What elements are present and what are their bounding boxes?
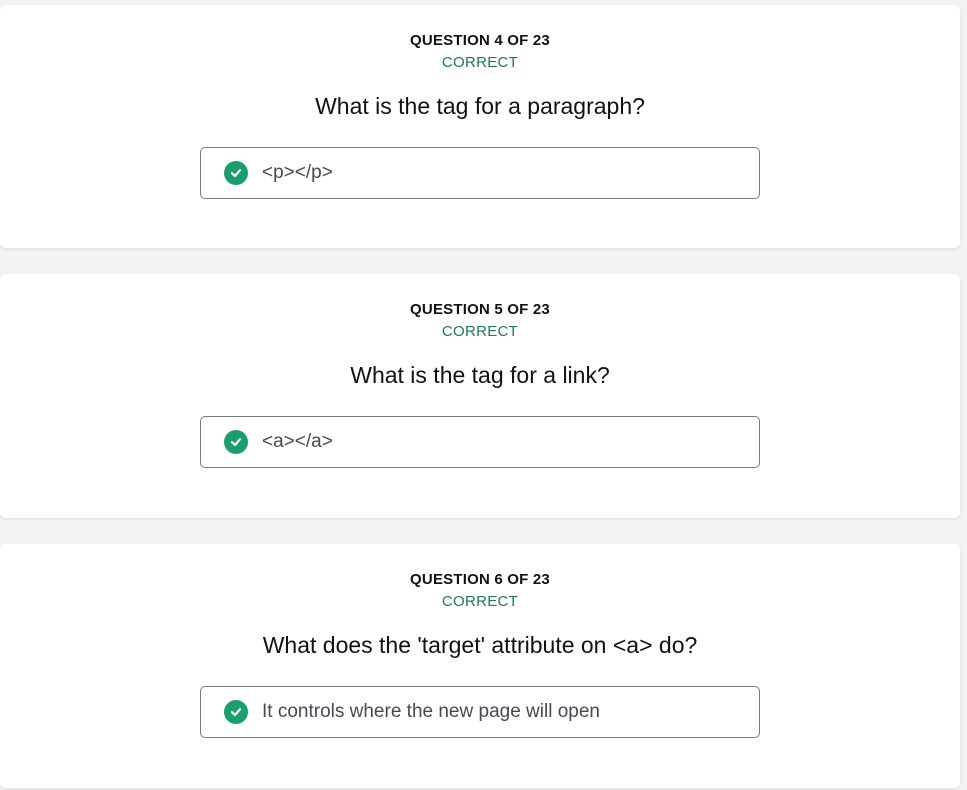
selected-answer: It controls where the new page will open xyxy=(200,686,760,738)
check-circle-icon xyxy=(224,161,248,185)
status-label: CORRECT xyxy=(441,323,519,340)
check-circle-icon xyxy=(224,430,248,454)
question-counter: QUESTION 5 OF 23 xyxy=(410,301,550,318)
question-card: QUESTION 6 OF 23 CORRECT What does the '… xyxy=(0,544,960,788)
selected-answer: <a></a> xyxy=(200,416,760,468)
status-label: CORRECT xyxy=(441,593,519,610)
check-circle-icon xyxy=(224,700,248,724)
question-card: QUESTION 5 OF 23 CORRECT What is the tag… xyxy=(0,274,960,518)
question-counter: QUESTION 4 OF 23 xyxy=(410,32,550,49)
status-label: CORRECT xyxy=(441,54,519,71)
selected-answer: <p></p> xyxy=(200,147,760,199)
answer-text: <a></a> xyxy=(262,431,333,452)
question-counter: QUESTION 6 OF 23 xyxy=(410,571,550,588)
question-text: What is the tag for a link? xyxy=(350,362,610,388)
question-card: QUESTION 4 OF 23 CORRECT What is the tag… xyxy=(0,5,960,248)
question-text: What is the tag for a paragraph? xyxy=(315,93,645,119)
question-text: What does the 'target' attribute on <a> … xyxy=(262,632,698,658)
answer-text: <p></p> xyxy=(262,162,333,183)
answer-text: It controls where the new page will open xyxy=(262,701,600,722)
